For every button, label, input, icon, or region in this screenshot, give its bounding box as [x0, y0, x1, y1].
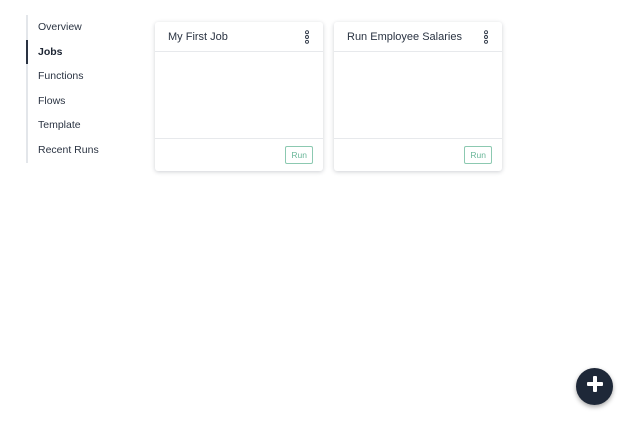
job-card: Run Employee Salaries Run	[334, 22, 502, 171]
sidebar-nav: Overview Jobs Functions Flows Template R…	[26, 15, 148, 163]
sidebar-item-flows[interactable]: Flows	[28, 89, 148, 114]
sidebar-item-template[interactable]: Template	[28, 113, 148, 138]
sidebar-item-label: Flows	[38, 94, 66, 107]
more-vertical-icon[interactable]	[482, 29, 490, 44]
job-card-header: My First Job	[155, 22, 323, 52]
sidebar-item-label: Recent Runs	[38, 143, 99, 156]
job-card-list: My First Job Run Run Employee Salaries R…	[155, 22, 502, 171]
add-job-button[interactable]	[576, 368, 613, 405]
run-button[interactable]: Run	[285, 146, 313, 164]
jobs-page: Overview Jobs Functions Flows Template R…	[0, 0, 640, 428]
run-button[interactable]: Run	[464, 146, 492, 164]
job-card-body	[334, 52, 502, 139]
plus-icon	[586, 375, 604, 398]
sidebar-item-label: Functions	[38, 70, 84, 83]
job-card-body	[155, 52, 323, 139]
sidebar-item-label: Template	[38, 119, 81, 132]
job-card-header: Run Employee Salaries	[334, 22, 502, 52]
sidebar-item-recent-runs[interactable]: Recent Runs	[28, 138, 148, 163]
sidebar-item-overview[interactable]: Overview	[28, 15, 148, 40]
job-card-footer: Run	[334, 139, 502, 171]
sidebar-item-label: Overview	[38, 21, 82, 33]
job-card-title: My First Job	[168, 30, 228, 43]
sidebar-item-jobs[interactable]: Jobs	[26, 39, 148, 65]
more-vertical-icon[interactable]	[303, 29, 311, 44]
sidebar-item-label: Jobs	[38, 45, 63, 58]
job-card: My First Job Run	[155, 22, 323, 171]
sidebar-item-functions[interactable]: Functions	[28, 64, 148, 89]
job-card-title: Run Employee Salaries	[347, 30, 462, 43]
job-card-footer: Run	[155, 139, 323, 171]
